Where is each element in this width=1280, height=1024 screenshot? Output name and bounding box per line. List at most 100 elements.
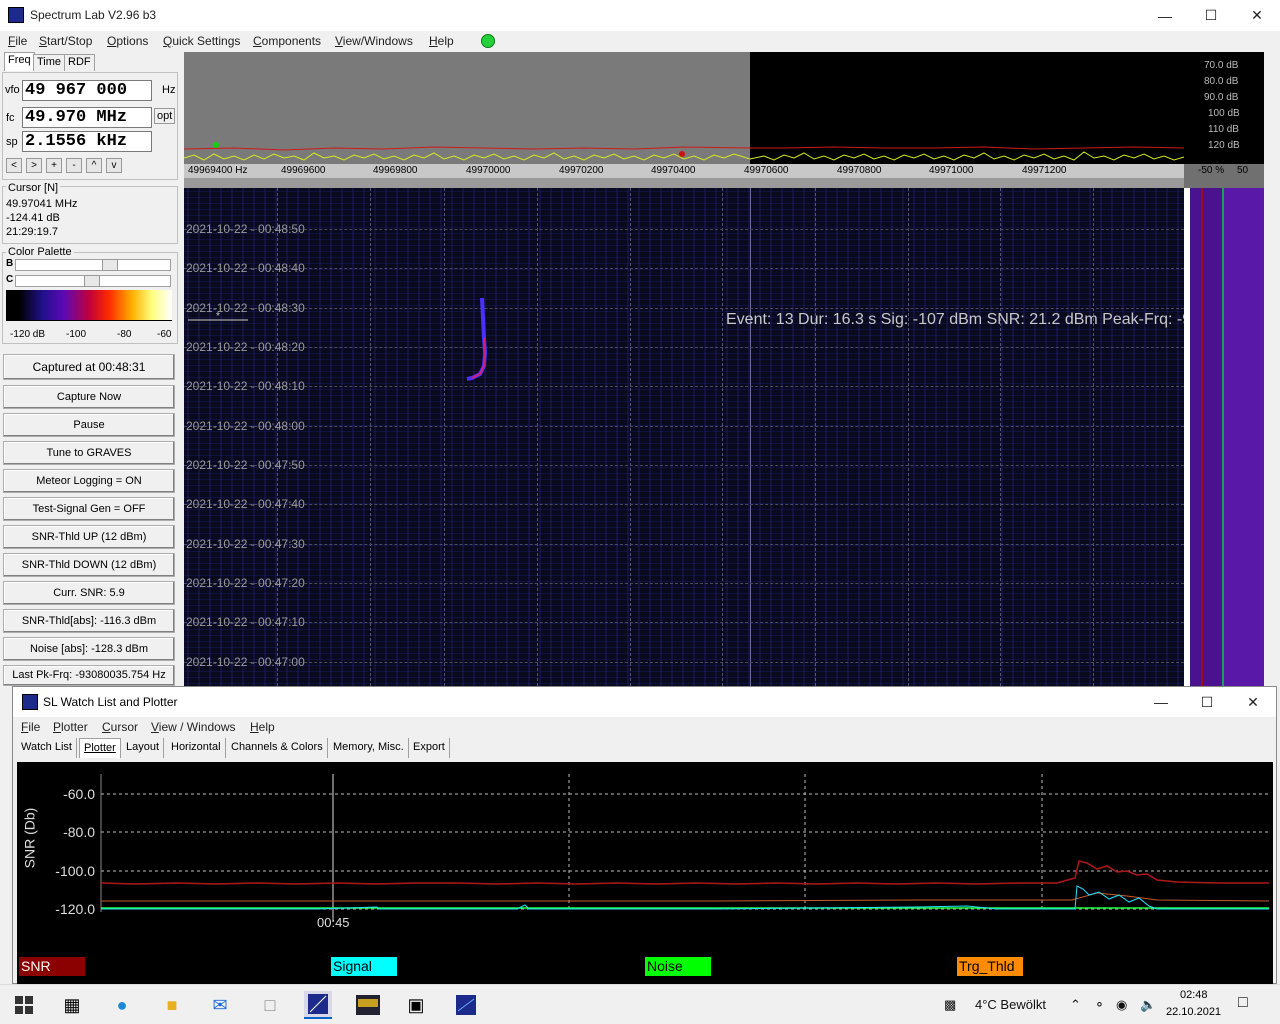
mail-icon[interactable]: ✉ [206, 991, 234, 1019]
vfo-unit: Hz [162, 84, 176, 96]
menu-start-stop[interactable]: Start/Stop [39, 34, 92, 48]
freq-tick: 49970600 [744, 165, 789, 176]
minimize-icon[interactable]: — [1142, 0, 1188, 31]
legend-trg-thld[interactable]: Trg_Thld [957, 957, 1023, 976]
watch-menu-plotter[interactable]: Plotter [53, 720, 88, 734]
explorer-icon[interactable]: ■ [158, 991, 186, 1019]
weather-icon[interactable]: ▩ [944, 997, 956, 1013]
spectrum-trace [184, 142, 1184, 161]
watch-menu-file[interactable]: File [21, 720, 40, 734]
maximize-icon[interactable]: ☐ [1184, 687, 1230, 717]
notification-icon[interactable]: □ [1238, 994, 1248, 1012]
watch-list-task-icon[interactable] [452, 991, 480, 1019]
tab-horizontal[interactable]: Horizontal [167, 738, 226, 758]
close-icon[interactable]: ✕ [1230, 687, 1276, 717]
sp-label: sp [6, 136, 18, 148]
clock-date[interactable]: 22.10.2021 [1166, 1006, 1221, 1018]
close-icon[interactable]: ✕ [1234, 0, 1280, 31]
tab-plotter[interactable]: Plotter [79, 738, 121, 758]
db-label: 120 dB [1208, 140, 1240, 151]
frequency-axis[interactable]: 49969400 Hz 49969600 49969800 49970000 4… [184, 164, 1184, 178]
tab-channels-colors[interactable]: Channels & Colors [227, 738, 328, 758]
freq-tick: 49971000 [929, 165, 974, 176]
clock-time[interactable]: 02:48 [1180, 989, 1208, 1001]
legend-snr[interactable]: SNR [19, 957, 85, 976]
network-icon[interactable]: ◉ [1116, 997, 1127, 1013]
edge-icon[interactable]: ● [108, 991, 136, 1019]
menu-components[interactable]: Components [253, 34, 321, 48]
zoom-in-button[interactable]: + [46, 158, 62, 173]
watch-menu-view[interactable]: View / Windows [151, 720, 235, 734]
tune-graves-button[interactable]: Tune to GRAVES [3, 441, 175, 465]
maximize-icon[interactable]: ☐ [1188, 0, 1234, 31]
spectrum-lab-task-icon[interactable] [304, 991, 332, 1019]
fc-label: fc [6, 112, 15, 124]
volume-icon[interactable]: 🔈 [1140, 997, 1156, 1013]
nav-down-button[interactable]: v [106, 158, 122, 173]
tab-rdf[interactable]: RDF [64, 54, 95, 71]
vfo-field[interactable]: 49 967 000 [22, 80, 152, 101]
snr-thld-up-button[interactable]: SNR-Thld UP (12 dBm) [3, 525, 175, 549]
meet-icon[interactable]: ⚬ [1094, 997, 1105, 1013]
x-tick-label: 00:45 [317, 915, 350, 930]
db-label: 90.0 dB [1204, 92, 1239, 103]
start-icon[interactable] [10, 991, 38, 1019]
tab-watch-list[interactable]: Watch List [17, 738, 77, 758]
event-info: Event: 13 Dur: 16.3 s Sig: -107 dBm SNR:… [726, 311, 1245, 328]
svg-text:*: * [216, 311, 220, 322]
window-edge [1264, 52, 1280, 686]
legend-signal[interactable]: Signal [331, 957, 397, 976]
menu-file[interactable]: File [8, 34, 27, 48]
watch-list-window: SL Watch List and Plotter — ☐ ✕ File Plo… [12, 686, 1277, 984]
menu-view-windows[interactable]: View/Windows [335, 34, 413, 48]
notepad-icon[interactable]: □ [256, 991, 284, 1019]
brightness-slider[interactable] [15, 259, 171, 271]
curr-snr-button[interactable]: Curr. SNR: 5.9 [3, 581, 175, 605]
tab-layout[interactable]: Layout [122, 738, 165, 758]
meteor-logging-button[interactable]: Meteor Logging = ON [3, 469, 175, 493]
menu-help[interactable]: Help [429, 34, 454, 48]
status-led-icon[interactable] [481, 34, 495, 48]
chevron-up-icon[interactable]: ⌃ [1070, 997, 1081, 1013]
vfo-label: vfo [5, 84, 20, 96]
captured-at-button[interactable]: Captured at 00:48:31 [3, 354, 175, 380]
task-view-icon[interactable]: ▦ [58, 991, 86, 1019]
zoom-out-button[interactable]: - [66, 158, 82, 173]
freq-tick: 49970800 [837, 165, 882, 176]
menu-options[interactable]: Options [107, 34, 148, 48]
wsjt-icon[interactable] [354, 991, 382, 1019]
capture-now-button[interactable]: Capture Now [3, 385, 175, 409]
nav-right-button[interactable]: > [26, 158, 42, 173]
nav-left-button[interactable]: < [6, 158, 22, 173]
screen-capture-icon[interactable]: ▣ [402, 991, 430, 1019]
last-pk-frq-button[interactable]: Last Pk-Frq: -93080035.754 Hz [3, 665, 175, 686]
freq-tick: 49969400 Hz [188, 165, 248, 176]
tab-memory-misc[interactable]: Memory, Misc. [329, 738, 409, 758]
opt-button[interactable]: opt [154, 108, 176, 124]
legend-noise[interactable]: Noise [645, 957, 711, 976]
test-signal-button[interactable]: Test-Signal Gen = OFF [3, 497, 175, 521]
tab-freq[interactable]: Freq [4, 52, 35, 71]
sp-field[interactable]: 2.1556 kHz [22, 131, 152, 152]
tab-export[interactable]: Export [409, 738, 450, 758]
fc-field[interactable]: 49.970 MHz [22, 107, 152, 128]
noise-abs-button[interactable]: Noise [abs]: -128.3 dBm [3, 637, 175, 661]
waterfall-display[interactable]: 2021-10-22 - 00:48:50 2021-10-22 - 00:48… [184, 188, 1244, 686]
minimize-icon[interactable]: — [1138, 687, 1184, 717]
freq-tick: 49969600 [281, 165, 326, 176]
watch-menu-help[interactable]: Help [250, 720, 275, 734]
pause-button[interactable]: Pause [3, 413, 175, 437]
tab-time[interactable]: Time [33, 54, 66, 71]
level-strip [1184, 188, 1264, 686]
contrast-slider[interactable] [15, 275, 171, 287]
palette-b-label: B [6, 258, 14, 269]
snr-thld-abs-button[interactable]: SNR-Thld[abs]: -116.3 dBm [3, 609, 175, 633]
snr-thld-down-button[interactable]: SNR-Thld DOWN (12 dBm) [3, 553, 175, 577]
watch-menu-cursor[interactable]: Cursor [102, 720, 138, 734]
nav-up-button[interactable]: ^ [86, 158, 102, 173]
freq-tick: 49970000 [466, 165, 511, 176]
plotter-area[interactable]: SNR (Db) -60.0 -80.0 -100.0 -120.0 00:45… [17, 762, 1273, 984]
menu-quick-settings[interactable]: Quick Settings [163, 34, 240, 48]
spectrum-display[interactable] [184, 52, 1184, 164]
weather-text[interactable]: 4°C Bewölkt [975, 997, 1046, 1012]
